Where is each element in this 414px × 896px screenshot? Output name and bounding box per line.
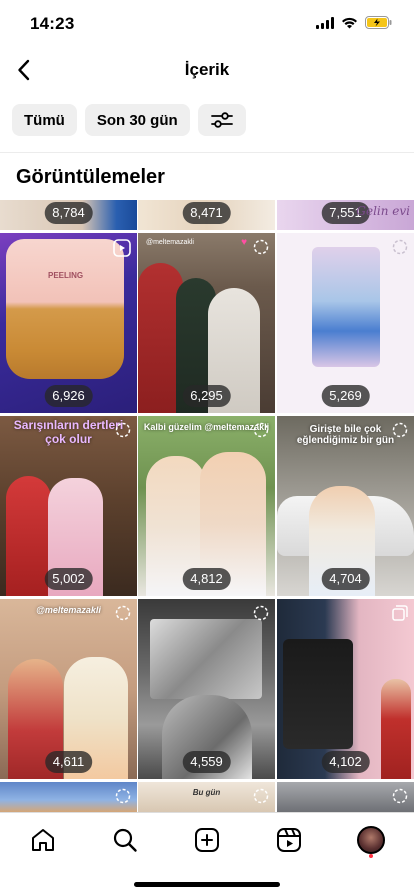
home-indicator <box>134 882 280 887</box>
signal-icon <box>316 16 334 29</box>
content-tile[interactable]: 8,471 <box>138 200 275 230</box>
content-tile[interactable]: 4,102 <box>277 599 414 779</box>
content-tile[interactable]: @meltemazakli ♥ 6,295 <box>138 233 275 413</box>
profile-avatar-icon <box>357 826 385 854</box>
wifi-icon <box>342 17 357 28</box>
reels-icon <box>277 828 301 852</box>
tab-create[interactable] <box>192 825 222 855</box>
carousel-icon <box>392 605 408 621</box>
tab-home[interactable] <box>28 825 58 855</box>
content-tile[interactable]: Sarışınların dertleri çok olur 5,002 <box>0 416 137 596</box>
loading-icon <box>253 239 269 255</box>
search-icon <box>113 828 137 852</box>
create-icon <box>195 828 219 852</box>
view-count: 6,926 <box>44 385 93 407</box>
view-count: 4,611 <box>44 751 93 773</box>
content-tile[interactable]: Girişte bile çok eğlendiğimiz bir gün 4,… <box>277 416 414 596</box>
content-tile[interactable] <box>277 782 414 812</box>
loading-icon <box>253 605 269 621</box>
notification-dot <box>369 854 373 858</box>
content-tile[interactable]: Bu gün <box>138 782 275 812</box>
sliders-icon <box>210 112 233 128</box>
tab-reels[interactable] <box>274 825 304 855</box>
loading-icon <box>253 788 269 804</box>
photo-people <box>381 679 411 779</box>
nav-bar: İçerik <box>0 48 414 92</box>
reels-icon <box>113 239 131 257</box>
photo-collage <box>150 619 262 699</box>
content-tile[interactable]: PEELING 6,926 <box>0 233 137 413</box>
content-tile[interactable]: 4,559 <box>138 599 275 779</box>
filter-row: Tümü Son 30 gün <box>12 104 246 136</box>
status-time: 14:23 <box>30 14 75 33</box>
loading-icon <box>392 788 408 804</box>
content-tile[interactable]: 5,269 <box>277 233 414 413</box>
view-count: 5,269 <box>321 385 370 407</box>
heart-emoji: ♥ <box>241 237 247 248</box>
view-count: 6,295 <box>182 385 231 407</box>
status-bar: 14:23 <box>0 0 414 48</box>
screenshot-preview <box>312 247 380 367</box>
content-tile[interactable]: Kalbi güzelim @meltemazakli 4,812 <box>138 416 275 596</box>
loading-icon <box>253 422 269 438</box>
loading-icon <box>392 422 408 438</box>
status-icons <box>316 16 392 29</box>
view-count: 4,812 <box>182 568 231 590</box>
filter-settings-button[interactable] <box>197 104 246 136</box>
loading-icon <box>392 239 408 255</box>
content-tile[interactable]: @meltemazakli 4,611 <box>0 599 137 779</box>
view-count: 8,471 <box>182 202 231 224</box>
view-count: 5,002 <box>44 568 93 590</box>
photo-camera <box>283 639 353 749</box>
product-jar-image <box>6 239 124 379</box>
view-count: 4,704 <box>321 568 370 590</box>
filter-all-button[interactable]: Tümü <box>12 104 77 136</box>
content-tile[interactable]: 7,551 Gelin evi <box>277 200 414 230</box>
home-icon <box>32 829 54 851</box>
view-count: 4,102 <box>321 751 370 773</box>
tile-caption: PEELING <box>48 271 84 280</box>
tab-search[interactable] <box>110 825 140 855</box>
tile-caption: @meltemazakli <box>146 239 194 246</box>
content-tile[interactable]: 8,784 <box>0 200 137 230</box>
filter-last-30-days-button[interactable]: Son 30 gün <box>84 104 190 136</box>
content-tile[interactable] <box>0 782 137 812</box>
view-count: 4,559 <box>182 751 231 773</box>
loading-icon <box>115 605 131 621</box>
divider <box>0 152 414 153</box>
tile-caption: Gelin evi <box>356 204 410 218</box>
section-title: Görüntülemeler <box>16 166 165 188</box>
page-title: İçerik <box>184 60 230 79</box>
view-count: 8,784 <box>44 202 93 224</box>
content-grid: 8,784 8,471 7,551 Gelin evi PEELING 6,92… <box>0 200 414 812</box>
loading-icon <box>115 788 131 804</box>
tab-profile[interactable] <box>356 825 386 855</box>
battery-icon <box>365 16 392 29</box>
loading-icon <box>115 422 131 438</box>
